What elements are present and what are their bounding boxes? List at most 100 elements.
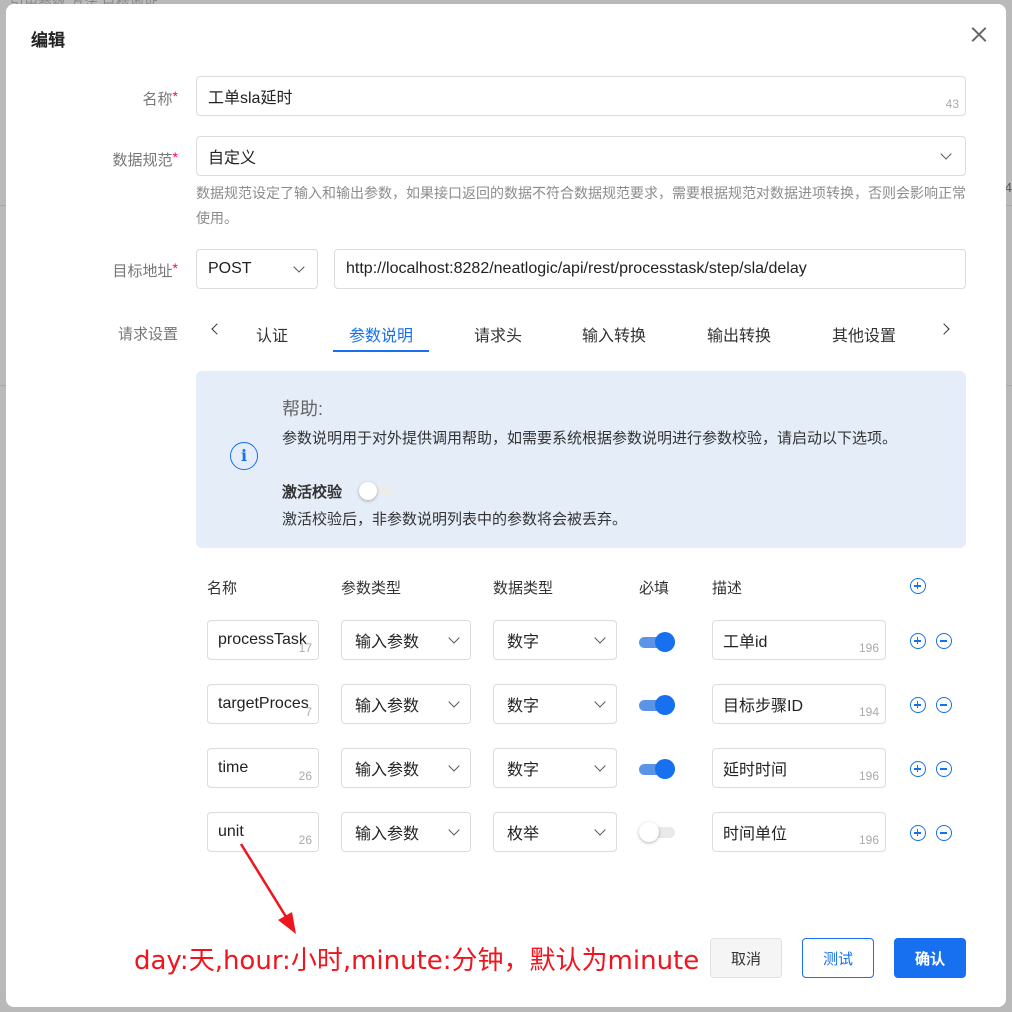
param-name-counter: 7 [305,705,312,719]
description-input[interactable]: 时间单位 196 [712,812,886,852]
data-type-value: 数字 [507,634,540,651]
target-label: 目标地址* [112,260,178,280]
data-type-value: 数字 [507,698,540,715]
name-input-value: 工单sla延时 [208,90,293,107]
tab-param-desc[interactable]: 参数说明 [349,322,413,346]
data-type-select[interactable]: 数字 [493,684,617,724]
param-type-value: 输入参数 [355,762,420,779]
tab-headers[interactable]: 请求头 [474,322,522,346]
param-type-select[interactable]: 输入参数 [341,620,471,660]
validation-switch-label: 激活校验 [282,484,343,501]
validation-switch[interactable] [359,482,395,500]
data-type-select[interactable]: 数字 [493,620,617,660]
test-button[interactable]: 测试 [802,938,874,978]
method-select[interactable]: POST [196,249,318,289]
description-input[interactable]: 延时时间 196 [712,748,886,788]
description-input[interactable]: 工单id 196 [712,620,886,660]
info-icon: i [230,442,258,470]
param-name-input[interactable]: targetProces 7 [207,684,319,724]
close-icon[interactable] [969,24,989,44]
remove-row-icon[interactable] [936,633,952,649]
help-title: 帮助: [282,399,324,419]
spec-select-value: 自定义 [208,150,257,167]
data-type-select[interactable]: 枚举 [493,812,617,852]
description-counter: 194 [858,705,879,719]
remove-row-icon[interactable] [936,697,952,713]
data-type-value: 数字 [507,762,540,779]
column-header-description: 描述 [712,580,743,597]
name-input[interactable]: 工单sla延时 43 [196,76,966,116]
description-value: 延时时间 [723,762,788,779]
description-counter: 196 [858,641,879,655]
param-name-input[interactable]: processTask 17 [207,620,319,660]
required-switch[interactable] [639,632,675,652]
param-type-value: 输入参数 [355,698,420,715]
column-header-data-type: 数据类型 [493,580,554,597]
request-settings-label: 请求设置 [117,326,178,343]
help-panel: i 帮助: 参数说明用于对外提供调用帮助，如需要系统根据参数说明进行参数校验，请… [196,371,966,548]
chevron-down-icon [594,696,606,708]
chevron-left-icon[interactable] [211,323,223,335]
description-counter: 196 [858,833,879,847]
remove-row-icon[interactable] [936,825,952,841]
param-name-value: unit [218,823,244,840]
url-input-value: http://localhost:8282/neatlogic/api/rest… [346,260,807,277]
annotation-text: day:天,hour:小时,minute:分钟，默认为minute [134,946,700,976]
chevron-down-icon [594,632,606,644]
param-name-input[interactable]: time 26 [207,748,319,788]
param-type-select[interactable]: 输入参数 [341,684,471,724]
add-row-icon[interactable] [910,697,926,713]
description-value: 工单id [723,634,768,651]
chevron-down-icon [940,148,952,160]
chevron-down-icon [594,760,606,772]
url-input[interactable]: http://localhost:8282/neatlogic/api/rest… [334,249,966,289]
required-switch[interactable] [639,822,675,842]
confirm-button[interactable]: 确认 [894,938,966,978]
param-name-value: targetProces [218,695,309,712]
required-switch[interactable] [639,759,675,779]
tab-other-settings[interactable]: 其他设置 [832,322,896,346]
param-name-counter: 17 [298,641,312,655]
chevron-down-icon [448,632,460,644]
spec-select[interactable]: 自定义 [196,136,966,176]
description-value: 目标步骤ID [723,698,804,715]
add-row-icon[interactable] [910,578,926,594]
chevron-down-icon [594,824,606,836]
tab-output-transform[interactable]: 输出转换 [707,322,771,346]
name-label: 名称* [142,88,178,108]
help-note: 激活校验后，非参数说明列表中的参数将会被丢弃。 [282,511,628,528]
chevron-right-icon[interactable] [938,323,950,335]
chevron-down-icon [293,261,305,273]
column-header-param-type: 参数类型 [341,580,402,597]
spec-hint: 数据规范设定了输入和输出参数，如果接口返回的数据不符合数据规范要求，需要根据规范… [196,185,966,226]
active-tab-indicator [333,350,429,352]
description-counter: 196 [858,769,879,783]
name-char-counter: 43 [945,97,959,111]
description-input[interactable]: 目标步骤ID 194 [712,684,886,724]
param-type-select[interactable]: 输入参数 [341,748,471,788]
add-row-icon[interactable] [910,825,926,841]
param-name-value: time [218,759,249,776]
help-text: 参数说明用于对外提供调用帮助，如需要系统根据参数说明进行参数校验，请启动以下选项… [282,430,898,447]
param-name-counter: 26 [298,769,312,783]
param-type-value: 输入参数 [355,634,420,651]
required-switch[interactable] [639,695,675,715]
add-row-icon[interactable] [910,633,926,649]
annotation-arrow [239,843,296,934]
tab-input-transform[interactable]: 输入转换 [582,322,646,346]
remove-row-icon[interactable] [936,761,952,777]
column-header-required: 必填 [639,580,670,597]
description-value: 时间单位 [723,826,788,843]
chevron-down-icon [448,760,460,772]
method-select-value: POST [208,260,252,277]
param-type-select[interactable]: 输入参数 [341,812,471,852]
data-type-select[interactable]: 数字 [493,748,617,788]
add-row-icon[interactable] [910,761,926,777]
cancel-button[interactable]: 取消 [710,938,782,978]
chevron-down-icon [448,824,460,836]
param-name-value: processTask [218,631,307,648]
tab-auth[interactable]: 认证 [256,322,288,346]
data-type-value: 枚举 [507,826,540,843]
dialog-title: 编辑 [31,31,65,50]
chevron-down-icon [448,696,460,708]
